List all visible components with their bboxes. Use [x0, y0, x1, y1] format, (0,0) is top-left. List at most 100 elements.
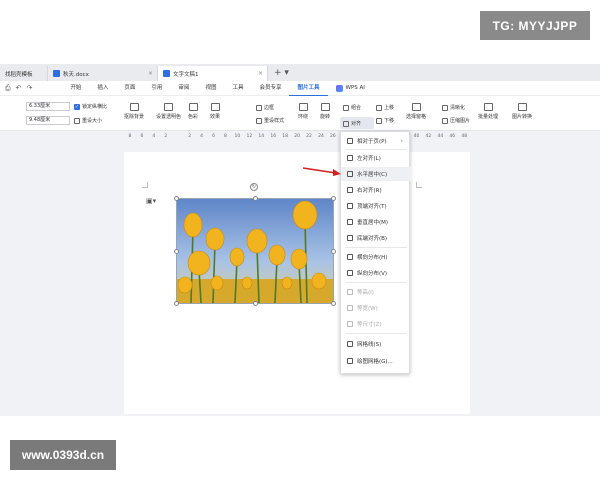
menu-item-align-center[interactable]: 水平居中(C) [341, 167, 411, 181]
distribute-vertical-icon [347, 270, 353, 276]
ruler-tick: 26 [330, 134, 336, 139]
menu-item-align-top[interactable]: 顶端对齐(T) [341, 199, 411, 213]
undo-icon[interactable]: ↶ [16, 84, 22, 92]
menu-item-gridlines[interactable]: 网格线(S) [341, 337, 411, 351]
rotate-button[interactable]: 旋转 [320, 103, 330, 120]
ruler-tick: 24 [318, 134, 324, 139]
redo-icon[interactable]: ↷ [26, 84, 32, 92]
resize-handle[interactable] [331, 249, 336, 254]
bring-forward-label: 上移 [384, 105, 395, 111]
save-icon[interactable]: ⎙ [5, 84, 11, 93]
resize-handle[interactable] [174, 301, 179, 306]
picture-tools-ribbon: 6.33厘米 9.48厘米 ✓ 锁定纵横比 重设大小 抠除背景 设置透明色 色彩… [0, 96, 600, 131]
convert-button[interactable]: 图片转换 [512, 103, 532, 120]
menu-item-align-middle[interactable]: 垂直居中(M) [341, 215, 411, 229]
batch-label: 批量处理 [478, 114, 499, 120]
resize-handle[interactable] [174, 196, 179, 201]
align-right-icon [347, 187, 353, 193]
tab-autumn-doc[interactable]: 秋天.docx × [48, 66, 158, 81]
tab-label: 文字文稿1 [173, 71, 199, 78]
resize-handle[interactable] [331, 196, 336, 201]
margin-corner-mark [142, 182, 148, 188]
new-tab-icon[interactable]: + ▾ [274, 66, 289, 81]
remove-background-button[interactable]: 抠除背景 [124, 103, 144, 120]
color-button[interactable]: 色彩 [188, 103, 198, 120]
ruler-tick [172, 134, 184, 141]
menu-item-align-left[interactable]: 左对齐(L) [341, 151, 411, 165]
tulip-image[interactable] [174, 196, 336, 306]
border-icon [256, 104, 262, 111]
menu-divider [345, 149, 407, 150]
wps-ai-label: WPS AI [345, 85, 365, 91]
rotate-handle-icon[interactable]: ↻ [250, 183, 258, 191]
close-icon[interactable]: × [148, 70, 153, 77]
menu-item-same-size[interactable]: 等尺寸(Z) [341, 317, 411, 331]
batch-process-button[interactable]: 批量处理 [478, 103, 498, 120]
close-icon[interactable]: × [258, 70, 263, 77]
align-button[interactable]: 对齐 [340, 117, 374, 129]
ruler-tick: 6 [140, 134, 144, 139]
send-backward-button[interactable]: 下移 [376, 117, 394, 124]
reset-size-button[interactable]: 重设大小 [74, 117, 102, 124]
menu-view[interactable]: 视图 [197, 81, 224, 96]
menu-item-label: 网格线(S) [357, 342, 382, 348]
menu-member[interactable]: 会员专享 [251, 81, 289, 96]
menu-item-align-bottom[interactable]: 底端对齐(B) [341, 231, 411, 245]
width-input[interactable]: 6.33厘米 [26, 102, 70, 111]
tab-current-doc[interactable]: 文字文稿1 × [158, 66, 268, 81]
selection-pane-button[interactable]: 选择窗格 [406, 103, 426, 120]
menu-picture-tools[interactable]: 图片工具 [289, 81, 328, 96]
menu-tools[interactable]: 工具 [224, 81, 251, 96]
ruler-tick: 40 [413, 134, 420, 139]
effects-button[interactable]: 效果 [210, 103, 220, 120]
color-icon [188, 103, 198, 111]
wrap-button[interactable]: 环绕 [298, 103, 308, 120]
clarity-button[interactable]: 清晰化 [442, 104, 465, 111]
ruler-tick: 6 [212, 134, 215, 139]
lock-ratio-checkbox[interactable]: ✓ 锁定纵横比 [74, 103, 107, 110]
menu-insert[interactable]: 插入 [89, 81, 116, 96]
menu-item-same-width[interactable]: 等宽(W) [341, 301, 411, 315]
compress-button[interactable]: 压缩图片 [442, 117, 470, 124]
transparent-label: 设置透明色 [156, 114, 182, 120]
menu-item-drawing-grid[interactable]: 绘图网格(G)... [341, 354, 411, 368]
menu-item-distribute-horizontal[interactable]: 横向分布(H) [341, 250, 411, 264]
group-button[interactable]: 组合 [343, 104, 361, 111]
menu-item-label: 垂直居中(M) [357, 220, 389, 226]
menu-item-distribute-vertical[interactable]: 纵向分布(V) [341, 266, 411, 280]
height-input[interactable]: 9.48厘米 [26, 116, 70, 125]
align-label: 对齐 [351, 121, 362, 127]
ruler-tick: 8 [224, 134, 227, 139]
ruler-tick: 12 [246, 134, 253, 139]
menu-item-relative-to-page[interactable]: 相对于页(P) › [341, 134, 411, 148]
menu-divider [345, 333, 407, 334]
resize-handle[interactable] [174, 249, 179, 254]
ruler-tick: 2 [188, 134, 192, 139]
reset-style-button[interactable]: 重设样式 [256, 117, 284, 124]
border-label: 边框 [264, 105, 275, 111]
ruler-tick: 16 [270, 134, 277, 139]
tab-template[interactable]: 找稻壳模板 [0, 66, 48, 81]
group-icon [343, 104, 349, 111]
ruler-tick: 46 [449, 134, 456, 139]
bring-forward-button[interactable]: 上移 [376, 104, 394, 111]
tulip-photo [177, 199, 333, 304]
effects-icon [210, 103, 220, 111]
resize-handle[interactable] [253, 196, 258, 201]
set-transparent-button[interactable]: 设置透明色 [156, 103, 181, 120]
wps-ai-button[interactable]: WPS AI [335, 84, 365, 92]
menu-item-same-height[interactable]: 等高(I) [341, 285, 411, 299]
menu-item-label: 水平居中(C) [357, 172, 388, 178]
resize-handle[interactable] [253, 301, 258, 306]
align-dropdown-menu: 相对于页(P) › 左对齐(L) 水平居中(C) 右对齐(R) 顶端对齐(T) … [340, 131, 411, 374]
resize-handle[interactable] [331, 301, 336, 306]
border-button[interactable]: 边框 [256, 104, 274, 111]
menu-home[interactable]: 开始 [62, 81, 89, 96]
reset-style-icon [256, 117, 262, 124]
layout-options-icon[interactable]: ▣▾ [146, 197, 156, 205]
menu-references[interactable]: 引用 [143, 81, 170, 96]
menu-item-align-right[interactable]: 右对齐(R) [341, 183, 411, 197]
ruler-tick: 14 [258, 134, 265, 139]
menu-page[interactable]: 页面 [116, 81, 143, 96]
menu-review[interactable]: 审阅 [170, 81, 197, 96]
